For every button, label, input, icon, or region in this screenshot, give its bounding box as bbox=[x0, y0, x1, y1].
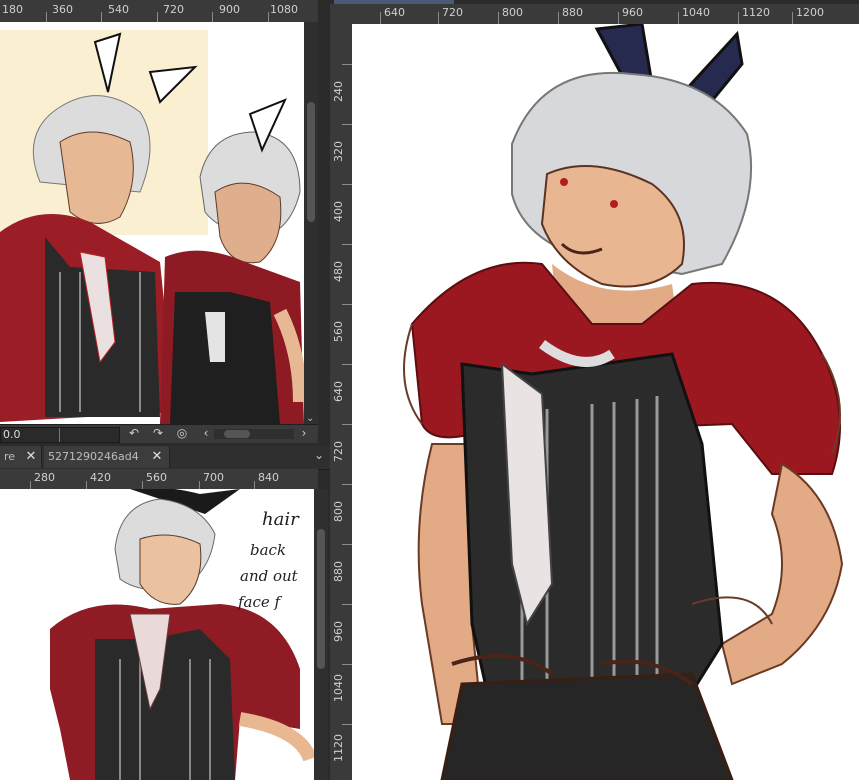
ruler-label: 640 bbox=[384, 6, 405, 19]
horizontal-ruler-bottom-ref: 280 420 560 700 840 bbox=[0, 469, 318, 490]
zoom-field[interactable]: 0.0 bbox=[0, 427, 120, 443]
reference-artwork-bottom bbox=[50, 489, 314, 780]
ruler-label: 320 bbox=[332, 141, 345, 162]
vertical-scrollbar-top-ref[interactable]: ⌄ bbox=[304, 22, 318, 424]
ruler-label: 800 bbox=[332, 501, 345, 522]
rotate-left-icon[interactable]: ↶ bbox=[126, 425, 142, 441]
horizontal-ruler-main: 640 720 800 880 960 1040 1120 1200 bbox=[330, 4, 859, 25]
note-line: hair bbox=[262, 509, 299, 530]
scrollbar-thumb[interactable] bbox=[224, 430, 250, 438]
scrollbar-thumb[interactable] bbox=[317, 529, 325, 669]
ruler-label: 840 bbox=[258, 471, 279, 484]
ruler-label: 880 bbox=[332, 561, 345, 582]
ruler-label: 180 bbox=[2, 3, 23, 16]
zoom-value: 0.0 bbox=[3, 428, 21, 441]
ruler-label: 800 bbox=[502, 6, 523, 19]
note-line: back bbox=[250, 541, 287, 559]
close-icon[interactable]: ✕ bbox=[24, 450, 38, 464]
scrollbar-thumb[interactable] bbox=[307, 102, 315, 222]
ruler-label: 240 bbox=[332, 81, 345, 102]
tab-menu-icon[interactable]: ⌄ bbox=[314, 448, 324, 462]
reset-rotation-icon[interactable]: ◎ bbox=[174, 425, 190, 441]
vertical-scrollbar-bottom-ref[interactable] bbox=[314, 489, 328, 780]
ruler-label: 1200 bbox=[796, 6, 824, 19]
reference-canvas-bottom[interactable]: hair back and out face f bbox=[0, 489, 314, 780]
ruler-label: 560 bbox=[332, 321, 345, 342]
ruler-label: 280 bbox=[34, 471, 55, 484]
ruler-label: 1040 bbox=[332, 674, 345, 702]
reference-artwork-top bbox=[0, 30, 304, 424]
note-line: and out bbox=[240, 567, 298, 585]
main-artwork bbox=[403, 24, 844, 780]
ruler-label: 1120 bbox=[742, 6, 770, 19]
ruler-label: 360 bbox=[52, 3, 73, 16]
tab-label: re bbox=[4, 450, 16, 463]
ruler-label: 880 bbox=[562, 6, 583, 19]
reference-canvas-top[interactable] bbox=[0, 22, 304, 424]
ruler-label: 700 bbox=[203, 471, 224, 484]
note-line: face f bbox=[238, 593, 281, 611]
ruler-label: 1080 bbox=[270, 3, 298, 16]
ruler-label: 640 bbox=[332, 381, 345, 402]
ruler-label: 420 bbox=[90, 471, 111, 484]
ruler-label: 560 bbox=[146, 471, 167, 484]
tab-label: 5271290246ad4 bbox=[48, 450, 139, 463]
ruler-label: 1040 bbox=[682, 6, 710, 19]
ruler-label: 400 bbox=[332, 201, 345, 222]
main-drawing-canvas[interactable] bbox=[352, 24, 859, 780]
close-icon[interactable]: ✕ bbox=[150, 450, 164, 464]
rotate-right-icon[interactable]: ↷ bbox=[150, 425, 166, 441]
scroll-right-icon[interactable]: › bbox=[296, 425, 312, 441]
ruler-label: 540 bbox=[108, 3, 129, 16]
tab-reference-2[interactable]: 5271290246ad4 ✕ bbox=[44, 446, 170, 468]
ruler-label: 960 bbox=[332, 621, 345, 642]
tab-reference-1[interactable]: re ✕ bbox=[0, 446, 42, 468]
ruler-label: 960 bbox=[622, 6, 643, 19]
scroll-down-icon[interactable]: ⌄ bbox=[306, 413, 314, 424]
ruler-label: 1120 bbox=[332, 734, 345, 762]
horizontal-ruler-top-ref: 180 360 540 720 900 1080 bbox=[0, 0, 318, 23]
ruler-label: 720 bbox=[163, 3, 184, 16]
reference-panel-top: 180 360 540 720 900 1080 ⌄ 0.0 ↶ ↷ ◎ ‹ › bbox=[0, 0, 318, 443]
document-tab-bar: re ✕ 5271290246ad4 ✕ ⌄ bbox=[0, 446, 330, 470]
vertical-ruler-main: 240 320 400 480 560 640 720 800 880 960 … bbox=[330, 24, 353, 780]
horizontal-scrollbar[interactable] bbox=[214, 429, 294, 439]
ruler-label: 480 bbox=[332, 261, 345, 282]
main-canvas-area: 640 720 800 880 960 1040 1120 1200 240 3… bbox=[330, 0, 859, 780]
scroll-left-icon[interactable]: ‹ bbox=[198, 425, 214, 441]
ref-top-statusbar: 0.0 ↶ ↷ ◎ ‹ › bbox=[0, 424, 318, 443]
ruler-label: 720 bbox=[332, 441, 345, 462]
ruler-label: 720 bbox=[442, 6, 463, 19]
ruler-label: 900 bbox=[219, 3, 240, 16]
reference-panel-bottom: re ✕ 5271290246ad4 ✕ ⌄ 280 420 560 700 8… bbox=[0, 446, 330, 780]
